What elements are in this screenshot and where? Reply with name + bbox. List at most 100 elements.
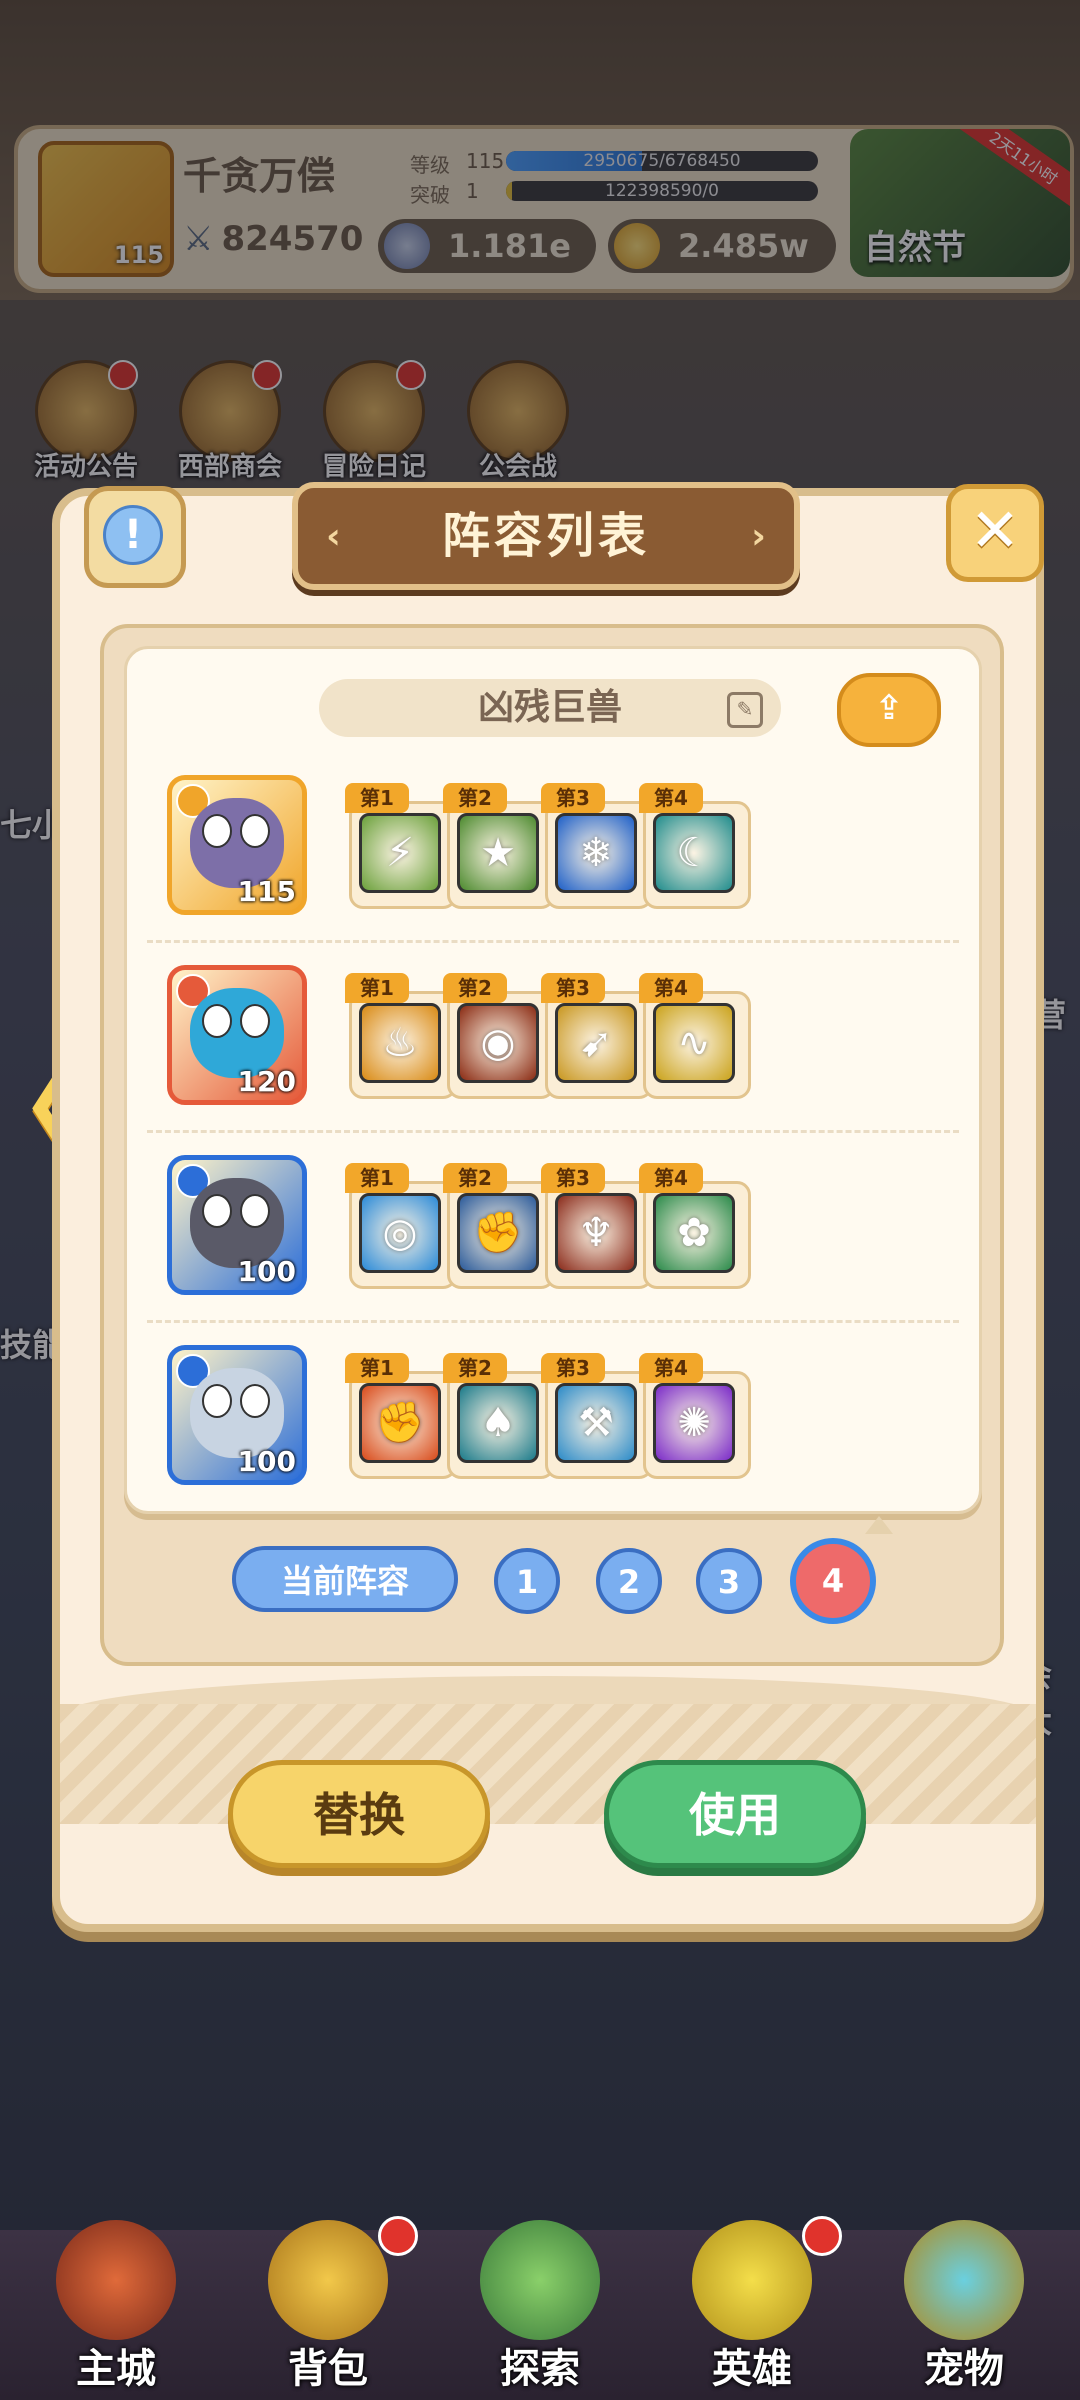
skill-order-tag: 第2 [443, 783, 507, 813]
serpent-strike-icon: ∿ [677, 1020, 711, 1066]
hero-level: 120 [237, 1065, 296, 1098]
hero-row: 100 ✊ 第1 ♠ 第2 ⚒ 第3 ✺ 第4 [127, 1337, 979, 1493]
skill-image: ∿ [653, 1003, 735, 1083]
lineup-page-4[interactable]: 4 [790, 1538, 876, 1624]
modal-title: 阵容列表 [441, 508, 650, 564]
shadow-beast-icon: ☾ [676, 830, 712, 876]
nav-main-city[interactable]: 主城 [16, 2210, 216, 2400]
skill-slot[interactable]: ◉ 第2 [443, 973, 555, 1099]
skill-order-tag: 第4 [639, 783, 703, 813]
lineup-list-modal: ! ‹ 阵容列表 › ✕ 凶残巨兽 ✎ ⇪ 115 ⚡ 第1 ★ 第2 ❄ 第3 ☾ 第4 120… [52, 482, 1044, 1932]
lineup-page-2[interactable]: 2 [596, 1548, 662, 1614]
hero-eye [202, 1384, 232, 1418]
lineup-card: 凶残巨兽 ✎ ⇪ 115 ⚡ 第1 ★ 第2 ❄ 第3 ☾ 第4 120 ♨ 第1 ◉ 第2 ➹ 第3 ∿ 第4 1… [124, 646, 982, 1514]
pager-caret [865, 1516, 893, 1534]
backpack-icon [268, 2220, 388, 2340]
map-icon [480, 2220, 600, 2340]
info-icon: ! [103, 505, 163, 565]
use-button[interactable]: 使用 [604, 1760, 866, 1868]
lineup-name-field[interactable]: 凶残巨兽 ✎ [319, 679, 781, 737]
skill-slot[interactable]: ❄ 第3 [541, 783, 653, 909]
hero-portrait[interactable]: 100 [167, 1345, 307, 1485]
close-button[interactable]: ✕ [946, 484, 1044, 582]
hero-icon [692, 2220, 812, 2340]
wind-orb-icon: ◎ [382, 1210, 418, 1256]
lineup-pager: 当前阵容 1 2 3 4 [104, 1516, 1000, 1624]
skill-slot[interactable]: ✺ 第4 [639, 1353, 751, 1479]
lineup-panel: 凶残巨兽 ✎ ⇪ 115 ⚡ 第1 ★ 第2 ❄ 第3 ☾ 第4 120 ♨ 第1 ◉ 第2 ➹ 第3 ∿ 第4 1… [100, 624, 1004, 1666]
skill-slot[interactable]: ★ 第2 [443, 783, 555, 909]
skill-order-tag: 第3 [541, 1163, 605, 1193]
skill-order-tag: 第1 [345, 1353, 409, 1383]
nav-hero[interactable]: 英雄 [652, 2210, 852, 2400]
frost-hammer-icon: ⚒ [578, 1400, 614, 1446]
current-lineup-label: 当前阵容 [232, 1546, 458, 1612]
hero-eye [202, 1194, 232, 1228]
skill-slot[interactable]: ✊ 第1 [345, 1353, 457, 1479]
skill-image: ❄ [555, 813, 637, 893]
skill-slot[interactable]: ♆ 第3 [541, 1163, 653, 1289]
skill-slot[interactable]: ✊ 第2 [443, 1163, 555, 1289]
skill-image: ⚒ [555, 1383, 637, 1463]
stone-fist-icon: ✊ [473, 1210, 523, 1256]
hero-eye [202, 1004, 232, 1038]
skill-slot[interactable]: ☾ 第4 [639, 783, 751, 909]
skill-order-tag: 第1 [345, 973, 409, 1003]
skill-image: ➹ [555, 1003, 637, 1083]
nav-backpack[interactable]: 背包 [228, 2210, 428, 2400]
info-button[interactable]: ! [84, 486, 186, 588]
nav-label: 背包 [288, 2346, 368, 2392]
skill-slot[interactable]: ⚡ 第1 [345, 783, 457, 909]
skill-slot[interactable]: ∿ 第4 [639, 973, 751, 1099]
skill-image: ⚡ [359, 813, 441, 893]
lineup-page-3[interactable]: 3 [696, 1548, 762, 1614]
hero-level: 115 [237, 875, 296, 908]
skill-image: ✺ [653, 1383, 735, 1463]
skill-slot[interactable]: ➹ 第3 [541, 973, 653, 1099]
hero-portrait[interactable]: 115 [167, 775, 307, 915]
nav-pet[interactable]: 宠物 [864, 2210, 1064, 2400]
notification-dot [802, 2216, 842, 2256]
skill-order-tag: 第2 [443, 973, 507, 1003]
notification-dot [378, 2216, 418, 2256]
skill-order-tag: 第3 [541, 1353, 605, 1383]
skill-image: ♆ [555, 1193, 637, 1273]
hero-portrait[interactable]: 120 [167, 965, 307, 1105]
replace-button[interactable]: 替换 [228, 1760, 490, 1868]
share-button[interactable]: ⇪ [837, 673, 941, 747]
hero-portrait[interactable]: 100 [167, 1155, 307, 1295]
hero-eye [240, 814, 270, 848]
mask-icon: ♠ [480, 1400, 516, 1446]
skill-slot[interactable]: ⚒ 第3 [541, 1353, 653, 1479]
skill-slot[interactable]: ✿ 第4 [639, 1163, 751, 1289]
lineup-name: 凶残巨兽 [477, 687, 622, 728]
skill-order-tag: 第2 [443, 1353, 507, 1383]
skill-order-tag: 第1 [345, 1163, 409, 1193]
lineup-page-1[interactable]: 1 [494, 1548, 560, 1614]
ice-blade-icon: ❄ [579, 830, 613, 876]
skill-order-tag: 第1 [345, 783, 409, 813]
skill-order-tag: 第4 [639, 1353, 703, 1383]
skill-image: ★ [457, 813, 539, 893]
skill-slot[interactable]: ◎ 第1 [345, 1163, 457, 1289]
pet-icon [904, 2220, 1024, 2340]
flame-totem-icon: ♆ [578, 1210, 614, 1256]
hero-eye [240, 1384, 270, 1418]
nav-explore[interactable]: 探索 [440, 2210, 640, 2400]
close-icon: ✕ [969, 496, 1021, 566]
star-shield-icon: ★ [480, 830, 516, 876]
skill-image: ◎ [359, 1193, 441, 1273]
edit-icon[interactable]: ✎ [727, 692, 763, 728]
row-divider [147, 1320, 959, 1323]
skill-image: ◉ [457, 1003, 539, 1083]
skill-slot[interactable]: ♠ 第2 [443, 1353, 555, 1479]
castle-icon [56, 2220, 176, 2340]
skill-slot[interactable]: ♨ 第1 [345, 973, 457, 1099]
skill-order-tag: 第4 [639, 1163, 703, 1193]
skill-image: ♠ [457, 1383, 539, 1463]
nav-label: 英雄 [712, 2346, 792, 2392]
hero-eye [240, 1194, 270, 1228]
charge-icon: ➹ [579, 1020, 613, 1066]
hero-row: 100 ◎ 第1 ✊ 第2 ♆ 第3 ✿ 第4 [127, 1147, 979, 1323]
hero-eye [202, 814, 232, 848]
